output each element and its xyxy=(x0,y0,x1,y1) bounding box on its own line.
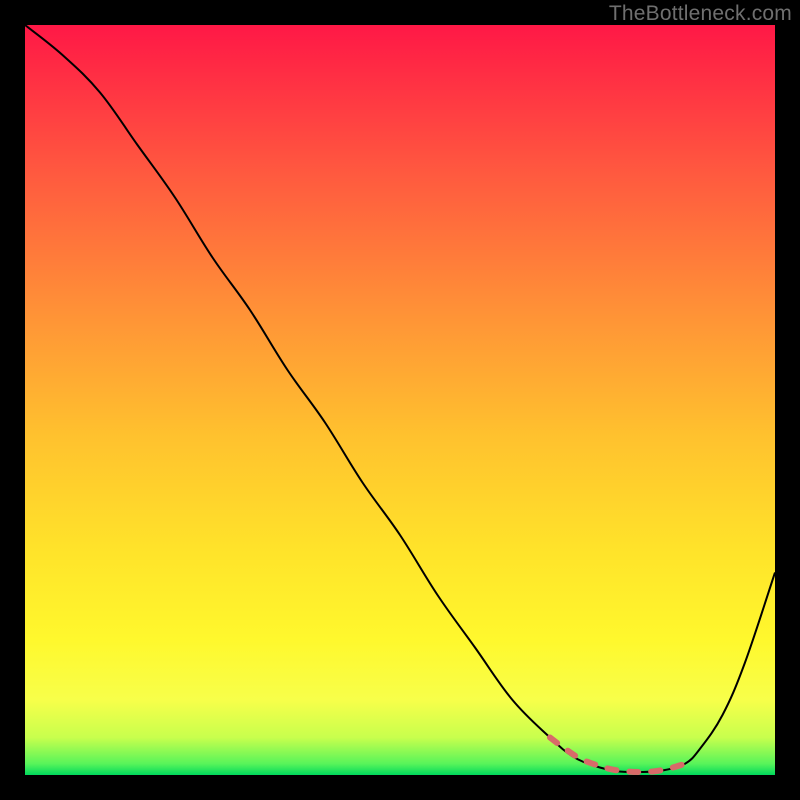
chart-svg xyxy=(25,25,775,775)
plot-area xyxy=(25,25,775,775)
chart-frame: TheBottleneck.com xyxy=(0,0,800,800)
gradient-background xyxy=(25,25,775,775)
watermark-text: TheBottleneck.com xyxy=(609,2,792,26)
